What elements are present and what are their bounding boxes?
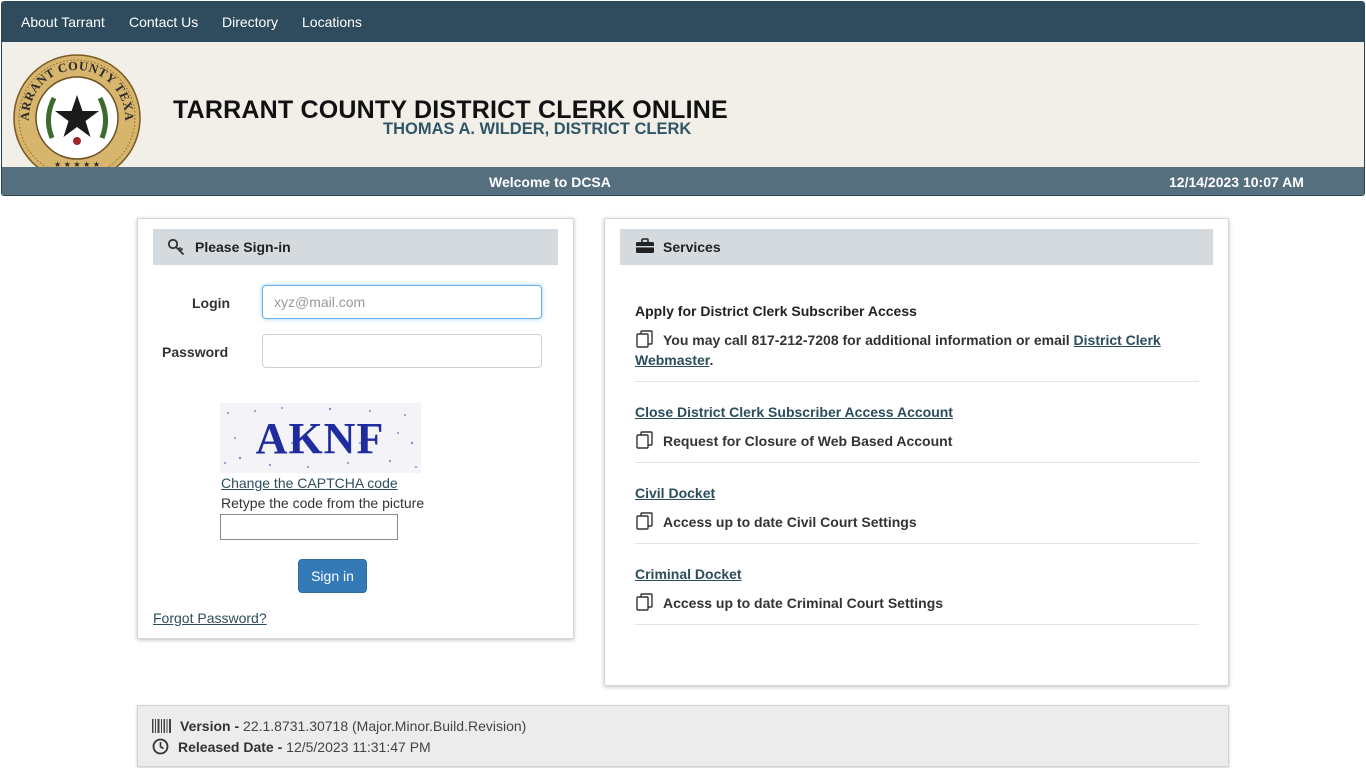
welcome-message: Welcome to DCSA <box>489 174 611 190</box>
version-row: Version - 22.1.8731.30718 (Major.Minor.B… <box>152 718 526 734</box>
site-subtitle: THOMAS A. WILDER, DISTRICT CLERK <box>383 120 692 138</box>
services-panel: Services Apply for District Clerk Subscr… <box>604 218 1229 686</box>
service-description: Access up to date Civil Court Settings <box>635 512 1175 532</box>
copy-icon <box>636 330 653 348</box>
services-heading: Services <box>663 239 721 255</box>
copy-icon <box>636 431 653 449</box>
status-bar: Welcome to DCSA 12/14/2023 10:07 AM <box>2 167 1364 195</box>
copy-icon <box>636 593 653 611</box>
criminal-docket-link[interactable]: Criminal Docket <box>635 566 742 582</box>
service-item-civil-docket: Civil Docket Access up to date Civil Cou… <box>635 462 1199 544</box>
service-description: You may call 817-212-7208 for additional… <box>635 330 1161 368</box>
version-label: Version - <box>180 718 240 734</box>
civil-docket-link[interactable]: Civil Docket <box>635 485 715 501</box>
released-label: Released Date - <box>178 739 283 755</box>
briefcase-icon <box>636 238 654 253</box>
nav-contact-us[interactable]: Contact Us <box>129 14 198 30</box>
copy-icon <box>636 512 653 530</box>
signin-panel-header: Please Sign-in <box>153 229 558 265</box>
site-header: About Tarrant Contact Us Directory Locat… <box>1 1 1365 196</box>
close-account-link[interactable]: Close District Clerk Subscriber Access A… <box>635 404 953 420</box>
nav-locations[interactable]: Locations <box>302 14 362 30</box>
service-item-subscriber-access: Apply for District Clerk Subscriber Acce… <box>635 299 1199 382</box>
released-value: 12/5/2023 11:31:47 PM <box>286 739 431 755</box>
released-date-row: Released Date - 12/5/2023 11:31:47 PM <box>152 738 431 755</box>
signin-heading: Please Sign-in <box>195 239 291 255</box>
version-value: 22.1.8731.30718 (Major.Minor.Build.Revis… <box>243 718 527 734</box>
barcode-icon <box>152 719 171 733</box>
signin-button[interactable]: Sign in <box>298 559 367 593</box>
nav-about-tarrant[interactable]: About Tarrant <box>21 14 105 30</box>
service-description: Access up to date Criminal Court Setting… <box>635 593 1175 613</box>
login-label: Login <box>192 295 231 311</box>
captcha-input[interactable] <box>220 514 398 540</box>
service-title: Apply for District Clerk Subscriber Acce… <box>635 303 917 319</box>
svg-text:AKNF: AKNF <box>256 414 385 463</box>
service-item-criminal-docket: Criminal Docket Access up to date Crimin… <box>635 543 1199 625</box>
key-icon <box>167 238 184 255</box>
county-seal-logo: TARRANT COUNTY TEXAS ★ ★ ★ ★ ★ <box>12 53 141 182</box>
service-item-close-account: Close District Clerk Subscriber Access A… <box>635 381 1199 463</box>
password-label: Password <box>162 344 229 360</box>
change-captcha-link[interactable]: Change the CAPTCHA code <box>221 475 398 491</box>
clock-icon <box>152 738 169 755</box>
captcha-hint: Retype the code from the picture <box>221 495 425 511</box>
version-footer: Version - 22.1.8731.30718 (Major.Minor.B… <box>137 705 1229 767</box>
services-panel-header: Services <box>620 229 1213 265</box>
signin-panel: Please Sign-in Login Password AKNF Chang… <box>137 218 574 639</box>
current-datetime: 12/14/2023 10:07 AM <box>1169 174 1304 190</box>
top-navigation: About Tarrant Contact Us Directory Locat… <box>2 2 1364 42</box>
nav-directory[interactable]: Directory <box>222 14 278 30</box>
service-description: Request for Closure of Web Based Account <box>635 431 1175 451</box>
password-input[interactable] <box>262 334 542 368</box>
login-input[interactable] <box>262 285 542 319</box>
forgot-password-link[interactable]: Forgot Password? <box>153 610 267 626</box>
banner: TARRANT COUNTY TEXAS ★ ★ ★ ★ ★ TARRANT C… <box>2 42 1364 182</box>
captcha-image: AKNF <box>220 403 421 473</box>
